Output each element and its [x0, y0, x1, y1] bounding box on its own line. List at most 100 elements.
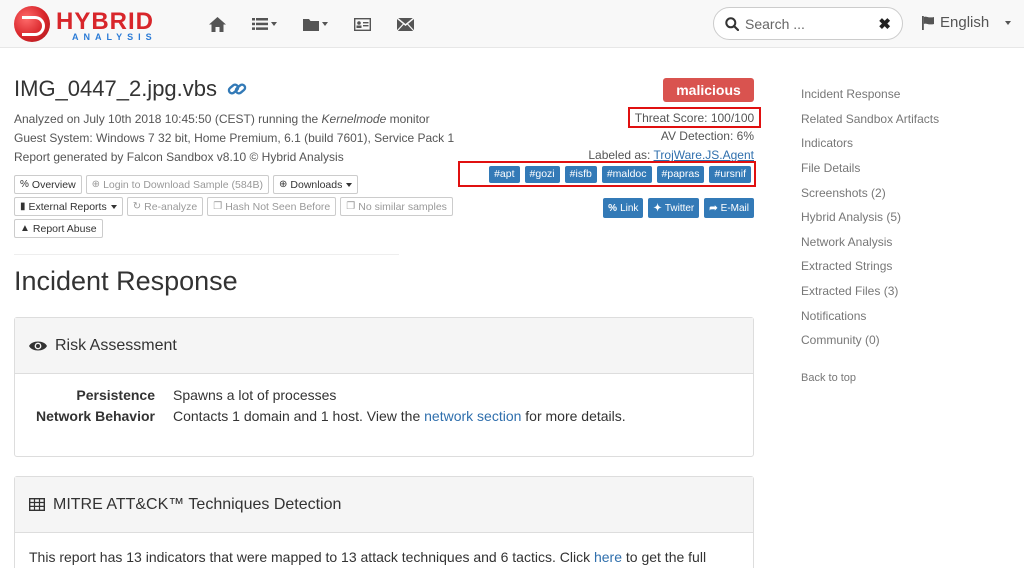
chevron-down-icon: [110, 204, 117, 209]
folder-icon: [303, 18, 319, 31]
sidebar-item-incident-response[interactable]: Incident Response: [801, 82, 1011, 107]
tag-apt[interactable]: #apt: [489, 165, 520, 183]
copy-icon: ❐: [213, 201, 223, 212]
report-filename: IMG_0447_2.jpg.vbs: [14, 76, 218, 101]
chevron-down-icon: [271, 22, 277, 26]
share-email-button[interactable]: ➦ E-Mail: [704, 198, 754, 218]
risk-value: Spawns a lot of processes: [173, 387, 337, 403]
folder-nav-dropdown[interactable]: [290, 12, 341, 36]
search-box: ✖: [713, 7, 903, 40]
sidebar-item-network-analysis[interactable]: Network Analysis: [801, 230, 1011, 255]
reanalyze-label: Re-analyze: [144, 200, 198, 213]
analyzed-suffix: monitor: [386, 112, 430, 126]
mitre-text-suffix: to get the full: [622, 549, 707, 565]
download-circle-icon: ⊕: [91, 179, 101, 190]
generated-by-line: Report generated by Falcon Sandbox v8.10…: [14, 150, 344, 164]
hash-not-seen-button[interactable]: ❐ Hash Not Seen Before: [207, 197, 337, 216]
warning-icon: ▲: [20, 223, 30, 234]
action-row-2: ▮ External Reports ↻ Re-analyze ❐ Hash Not …: [14, 197, 453, 216]
link-small-icon: %: [20, 179, 29, 190]
id-card-icon: [354, 17, 371, 31]
share-link-label: Link: [620, 202, 639, 214]
share-twitter-button[interactable]: ✦ Twitter: [648, 198, 700, 218]
login-download-button[interactable]: ⊕ Login to Download Sample (584B): [85, 175, 269, 194]
sidebar-item-related-artifacts[interactable]: Related Sandbox Artifacts: [801, 107, 1011, 132]
envelope-nav-button[interactable]: [384, 12, 427, 36]
sidebar-item-community[interactable]: Community (0): [801, 328, 1011, 353]
tag-list: #apt #gozi #isfb #maldoc #papras #ursnif: [458, 161, 756, 187]
flag-icon: [922, 15, 934, 30]
share-twitter-label: Twitter: [664, 202, 695, 214]
search-input[interactable]: [745, 15, 875, 33]
av-detection: AV Detection: 6%: [660, 129, 754, 143]
overview-button[interactable]: % Overview: [14, 175, 82, 194]
tag-isfb[interactable]: #isfb: [564, 165, 597, 183]
page-title: IMG_0447_2.jpg.vbs: [14, 76, 247, 104]
sidebar-item-extracted-files[interactable]: Extracted Files (3): [801, 279, 1011, 304]
list-nav-dropdown[interactable]: [239, 12, 290, 36]
search-icon: [725, 17, 739, 31]
share-arrow-icon: ➦: [709, 202, 718, 214]
sidebar-item-file-details[interactable]: File Details: [801, 156, 1011, 181]
analyzed-prefix: Analyzed on July 10th 2018 10:45:50 (CES…: [14, 112, 322, 126]
risk-label: Persistence: [76, 387, 155, 403]
sidebar-item-indicators[interactable]: Indicators: [801, 131, 1011, 156]
globe-logo-icon: [14, 6, 50, 42]
risk-assessment-title: Risk Assessment: [55, 336, 177, 354]
risk-row: Network Behavior Contacts 1 domain and 1…: [15, 408, 753, 424]
risk-assessment-heading: Risk Assessment: [15, 318, 753, 374]
login-download-label: Login to Download Sample (584B): [103, 178, 263, 191]
share-buttons: % Link ✦ Twitter ➦ E-Mail: [603, 198, 754, 218]
risk-value-prefix: Contacts 1 domain and 1 host. View the: [173, 408, 425, 424]
overview-label: Overview: [31, 178, 76, 191]
tag-gozi[interactable]: #gozi: [524, 165, 560, 183]
sidebar-item-screenshots[interactable]: Screenshots (2): [801, 180, 1011, 205]
guest-system-line: Guest System: Windows 7 32 bit, Home Pre…: [14, 131, 455, 145]
risk-value: Contacts 1 domain and 1 host. View the n…: [173, 408, 626, 424]
analyzed-line: Analyzed on July 10th 2018 10:45:50 (CES…: [14, 110, 454, 129]
no-similar-samples-button[interactable]: ❐ No similar samples: [340, 197, 453, 216]
incident-response-heading: Incident Response: [14, 266, 238, 296]
threat-score: Threat Score: 100/100: [628, 107, 761, 128]
copy-icon: ❐: [346, 201, 356, 212]
risk-assessment-body: Persistence Spawns a lot of processes Ne…: [15, 374, 753, 456]
action-row-1: % Overview ⊕ Login to Download Sample (584…: [14, 175, 359, 194]
mitre-here-link[interactable]: here: [594, 549, 622, 565]
header-divider: [14, 254, 399, 255]
eye-icon: [29, 340, 47, 352]
sidebar-item-extracted-strings[interactable]: Extracted Strings: [801, 254, 1011, 279]
report-abuse-label: Report Abuse: [32, 222, 97, 235]
labeled-as: Labeled as: TrojWare.JS.Agent: [588, 148, 754, 162]
sidebar-item-hybrid-analysis[interactable]: Hybrid Analysis (5): [801, 205, 1011, 230]
tag-maldoc[interactable]: #maldoc: [601, 165, 652, 183]
network-section-link[interactable]: network section: [424, 408, 521, 424]
clear-search-icon[interactable]: ✖: [878, 15, 891, 33]
labeled-as-link[interactable]: TrojWare.JS.Agent: [654, 148, 754, 162]
report-meta: Analyzed on July 10th 2018 10:45:50 (CES…: [14, 110, 454, 167]
table-icon: [29, 498, 45, 511]
share-email-label: E-Mail: [720, 202, 749, 214]
book-icon: ▮: [20, 201, 26, 212]
downloads-dropdown[interactable]: ⊕ Downloads: [273, 175, 359, 194]
language-selector[interactable]: English: [922, 14, 1012, 31]
link-icon[interactable]: [227, 78, 247, 104]
reanalyze-button[interactable]: ↻ Re-analyze: [126, 197, 204, 216]
twitter-icon: ✦: [653, 202, 662, 214]
share-link-button[interactable]: % Link: [603, 198, 644, 218]
external-reports-dropdown[interactable]: ▮ External Reports: [14, 197, 123, 216]
report-abuse-button[interactable]: ▲ Report Abuse: [14, 219, 103, 238]
hybrid-analysis-logo[interactable]: HYBRID ANALYSIS: [14, 6, 174, 42]
tag-ursnif[interactable]: #ursnif: [709, 165, 751, 183]
home-nav-button[interactable]: [196, 12, 239, 36]
analyzed-mode: Kernelmode: [321, 112, 387, 126]
risk-row: Persistence Spawns a lot of processes: [15, 387, 753, 403]
mitre-heading: MITRE ATT&CK™ Techniques Detection: [15, 477, 753, 533]
back-to-top-link[interactable]: Back to top: [801, 372, 856, 384]
logo-word-analysis: ANALYSIS: [72, 32, 157, 42]
sidebar-item-notifications[interactable]: Notifications: [801, 303, 1011, 328]
id-card-nav-button[interactable]: [341, 12, 384, 36]
language-label: English: [940, 14, 990, 31]
nav-icon-group: [196, 12, 427, 36]
tag-papras[interactable]: #papras: [656, 165, 705, 183]
list-icon: [252, 18, 268, 30]
